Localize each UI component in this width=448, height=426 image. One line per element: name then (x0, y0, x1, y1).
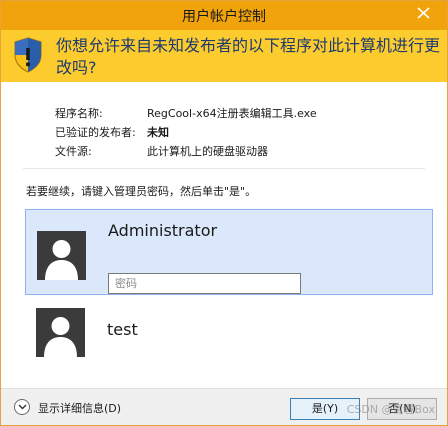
show-details-label: 显示详细信息(D) (38, 402, 122, 415)
publisher-label: 已验证的发布者: (55, 126, 136, 139)
user-name: test (107, 320, 138, 339)
program-name-label: 程序名称: (55, 107, 103, 120)
user-tile-administrator[interactable]: Administrator (25, 209, 433, 295)
uac-shield-icon (14, 37, 42, 73)
publisher-value: 未知 (147, 126, 169, 139)
user-tile-test[interactable]: test (25, 300, 433, 386)
chevron-down-icon (14, 399, 30, 415)
file-source-label: 文件源: (55, 145, 92, 158)
close-button[interactable] (409, 2, 439, 26)
program-name-value: RegCool-x64注册表编辑工具.exe (147, 107, 317, 120)
uac-dialog: 用户帐户控制 你想允许来自未知发布者的以下程序对此计算机进行更改吗? 程序名称:… (0, 0, 448, 426)
user-avatar-icon (37, 231, 86, 280)
file-source-value: 此计算机上的硬盘驱动器 (147, 145, 268, 158)
user-avatar-icon (36, 308, 85, 357)
title-bar: 用户帐户控制 (1, 1, 447, 30)
dialog-footer: 显示详细信息(D) 是(Y) 否(N) CSDN @青春Box (1, 388, 447, 425)
watermark: CSDN @青春Box (346, 403, 435, 416)
divider (23, 168, 425, 169)
question-header: 你想允许来自未知发布者的以下程序对此计算机进行更改吗? (1, 30, 447, 82)
password-input[interactable] (108, 273, 301, 294)
uac-question: 你想允许来自未知发布者的以下程序对此计算机进行更改吗? (56, 36, 441, 77)
instruction-text: 若要继续，请键入管理员密码，然后单击"是"。 (26, 185, 257, 198)
window-title: 用户帐户控制 (182, 9, 266, 25)
close-icon (417, 7, 430, 19)
user-name: Administrator (108, 221, 218, 240)
